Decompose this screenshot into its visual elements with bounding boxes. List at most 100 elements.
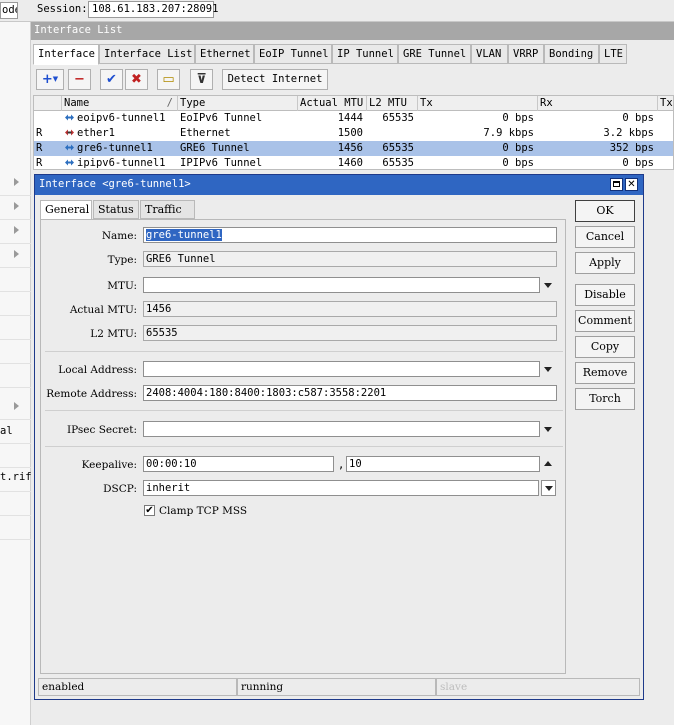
menu-row[interactable] bbox=[0, 516, 31, 540]
row-type: Ethernet bbox=[180, 127, 231, 139]
table-header: Name / Type Actual MTU L2 MTU Tx Rx Tx bbox=[34, 96, 673, 111]
table-row[interactable]: R ipipv6-tunnel1 IPIPv6 Tunnel 1460 6553… bbox=[34, 156, 673, 169]
mode-button[interactable]: ode bbox=[0, 2, 18, 19]
chevron-down-icon bbox=[545, 486, 553, 491]
status-slave: slave bbox=[436, 678, 640, 696]
submenu-arrow-icon bbox=[14, 178, 19, 186]
add-button[interactable]: +▼ bbox=[36, 69, 64, 90]
menu-row[interactable] bbox=[0, 268, 31, 292]
menu-row[interactable]: al bbox=[0, 420, 31, 444]
menu-row[interactable] bbox=[0, 220, 31, 244]
row-name-text: eoipv6-tunnel1 bbox=[77, 112, 166, 124]
close-button[interactable]: ✕ bbox=[625, 178, 638, 191]
remote-address-input[interactable]: 2408:4004:180:8400:1803:c587:3558:2201 bbox=[143, 385, 557, 401]
row-l2-mtu: 65535 bbox=[382, 157, 414, 169]
menu-row[interactable] bbox=[0, 172, 31, 196]
dscp-select[interactable]: inherit bbox=[143, 480, 539, 496]
torch-button[interactable]: Torch bbox=[575, 388, 635, 410]
table-row[interactable]: R ether1 Ethernet 1500 7.9 kbps 3.2 kbps bbox=[34, 126, 673, 141]
tab-interface[interactable]: Interface bbox=[33, 44, 99, 65]
menu-row[interactable]: t.rif bbox=[0, 468, 32, 492]
minus-icon: − bbox=[74, 72, 85, 87]
ok-button[interactable]: OK bbox=[575, 200, 635, 222]
menu-row[interactable] bbox=[0, 340, 31, 364]
tab-eoip-tunnel[interactable]: EoIP Tunnel bbox=[254, 44, 332, 64]
dialog-title: Interface <gre6-tunnel1> bbox=[39, 178, 191, 190]
disable-button[interactable]: ✖ bbox=[125, 69, 148, 90]
row-flag: R bbox=[36, 142, 43, 154]
tab-vrrp[interactable]: VRRP bbox=[508, 44, 544, 64]
remove-button[interactable]: Remove bbox=[575, 362, 635, 384]
dscp-dropdown-button[interactable] bbox=[541, 480, 556, 496]
interface-table: Name / Type Actual MTU L2 MTU Tx Rx Tx eo… bbox=[33, 95, 674, 170]
menu-row[interactable] bbox=[0, 492, 31, 516]
menu-row[interactable] bbox=[0, 364, 31, 388]
local-address-dropdown-icon[interactable] bbox=[544, 367, 552, 372]
menu-row[interactable] bbox=[0, 292, 31, 316]
column-header-name[interactable]: Name / bbox=[62, 96, 178, 111]
tab-vlan[interactable]: VLAN bbox=[471, 44, 508, 64]
mtu-input[interactable] bbox=[143, 277, 540, 293]
session-value: 108.61.183.207:28091 bbox=[88, 1, 218, 18]
l2-mtu-field: 65535 bbox=[143, 325, 557, 341]
close-icon: ✕ bbox=[627, 179, 636, 190]
separator bbox=[45, 351, 563, 352]
separator bbox=[45, 446, 563, 447]
keepalive-interval-input[interactable]: 00:00:10 bbox=[143, 456, 334, 472]
clamp-tcp-mss-checkbox[interactable]: ✔ bbox=[144, 505, 155, 516]
menu-row[interactable] bbox=[0, 396, 31, 420]
local-address-input[interactable] bbox=[143, 361, 540, 377]
dscp-label: DSCP: bbox=[103, 483, 137, 495]
row-actual-mtu: 1456 bbox=[337, 142, 363, 154]
actual-mtu-label: Actual MTU: bbox=[69, 304, 137, 316]
table-row-selected[interactable]: R gre6-tunnel1 GRE6 Tunnel 1456 65535 0 … bbox=[34, 141, 673, 156]
tab-general[interactable]: General bbox=[40, 200, 92, 220]
tab-interface-list[interactable]: Interface List bbox=[99, 44, 195, 64]
menu-row[interactable] bbox=[0, 316, 31, 340]
column-header-type[interactable]: Type bbox=[178, 96, 298, 111]
column-header-l2-mtu[interactable]: L2 MTU bbox=[367, 96, 418, 111]
disable-button[interactable]: Disable bbox=[575, 284, 635, 306]
detect-internet-button[interactable]: Detect Internet bbox=[222, 69, 328, 90]
session-label: Session: bbox=[37, 3, 88, 15]
tab-bonding[interactable]: Bonding bbox=[544, 44, 599, 64]
tab-ethernet[interactable]: Ethernet bbox=[195, 44, 254, 64]
column-header-rx[interactable]: Rx bbox=[538, 96, 658, 111]
tab-gre-tunnel[interactable]: GRE Tunnel bbox=[398, 44, 471, 64]
remove-button[interactable]: − bbox=[68, 69, 91, 90]
cancel-button[interactable]: Cancel bbox=[575, 226, 635, 248]
menu-row[interactable] bbox=[0, 444, 31, 468]
ipsec-secret-input[interactable] bbox=[143, 421, 540, 437]
table-row[interactable]: eoipv6-tunnel1 EoIPv6 Tunnel 1444 65535 … bbox=[34, 111, 673, 126]
column-header-tx-packets[interactable]: Tx bbox=[658, 96, 673, 111]
copy-button[interactable]: Copy bbox=[575, 336, 635, 358]
apply-button[interactable]: Apply bbox=[575, 252, 635, 274]
column-header-actual-mtu[interactable]: Actual MTU bbox=[298, 96, 367, 111]
column-header-tx[interactable]: Tx bbox=[418, 96, 538, 111]
dialog-titlebar[interactable]: Interface <gre6-tunnel1> ✕ bbox=[35, 175, 643, 195]
filter-button[interactable]: ⊽ bbox=[190, 69, 213, 90]
status-enabled: enabled bbox=[38, 678, 237, 696]
row-type: GRE6 Tunnel bbox=[180, 142, 250, 154]
comment-button[interactable]: Comment bbox=[575, 310, 635, 332]
keepalive-retries-input[interactable]: 10 bbox=[346, 456, 540, 472]
keepalive-collapse-icon[interactable] bbox=[544, 461, 552, 466]
row-rx: 352 bps bbox=[609, 142, 654, 154]
menu-row[interactable] bbox=[0, 196, 31, 220]
tab-status[interactable]: Status bbox=[93, 200, 139, 219]
comment-button[interactable]: ▭ bbox=[157, 69, 180, 90]
menu-row[interactable] bbox=[0, 244, 31, 268]
column-header-flags[interactable] bbox=[34, 96, 62, 111]
row-l2-mtu: 65535 bbox=[382, 112, 414, 124]
tab-lte[interactable]: LTE bbox=[599, 44, 627, 64]
mtu-dropdown-icon[interactable] bbox=[544, 283, 552, 288]
name-input[interactable]: gre6-tunnel1 bbox=[143, 227, 557, 243]
enable-button[interactable]: ✔ bbox=[100, 69, 123, 90]
separator bbox=[45, 410, 563, 411]
keepalive-label: Keepalive: bbox=[81, 459, 137, 471]
ipsec-secret-dropdown-icon[interactable] bbox=[544, 427, 552, 432]
maximize-button[interactable] bbox=[610, 178, 623, 191]
tab-traffic[interactable]: Traffic bbox=[140, 200, 195, 219]
tab-ip-tunnel[interactable]: IP Tunnel bbox=[332, 44, 398, 64]
menu-text: t.rif bbox=[0, 471, 32, 483]
